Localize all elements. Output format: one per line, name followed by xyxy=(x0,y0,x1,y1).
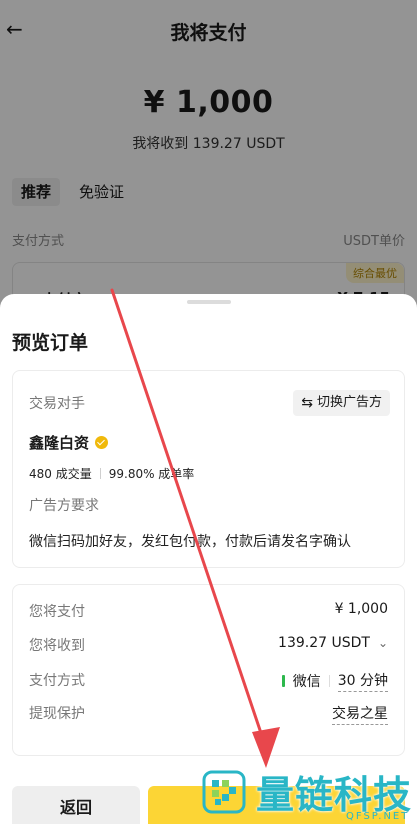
receive-value: 139.27 USDT xyxy=(278,635,370,651)
protection-value-wrap: 交易之星 xyxy=(332,703,388,725)
verified-badge-icon xyxy=(95,436,109,449)
method-value: 微信 xyxy=(292,674,321,690)
receive-label: 您将收到 xyxy=(29,638,85,654)
chevron-down-icon[interactable]: ⌄ xyxy=(378,636,388,650)
counterparty-card: 交易对手 ⇆ 切换广告方 鑫隆白资 480 成交量 99.80% 成单率 广告方… xyxy=(12,370,405,568)
method-value-wrap: 微信 30 分钟 xyxy=(281,670,388,692)
swap-icon: ⇆ xyxy=(301,395,313,411)
sheet-drag-handle[interactable] xyxy=(187,300,231,304)
requirement-text: 微信扫码加好友，发红包付款，付款后请发名字确认 xyxy=(29,534,351,550)
back-button[interactable]: 返回 xyxy=(12,786,140,824)
protection-label: 提现保护 xyxy=(29,706,85,722)
pay-value: ¥ 1,000 xyxy=(334,601,388,617)
receive-row[interactable]: 您将收到 139.27 USDT ⌄ xyxy=(29,633,388,655)
order-details-card: 您将支付 ¥ 1,000 您将收到 139.27 USDT ⌄ 支付方式 微信 … xyxy=(12,584,405,756)
merchant-name: 鑫隆白资 xyxy=(29,434,90,452)
watermark: 量链科技 QFSP.NET xyxy=(196,762,416,824)
merchant[interactable]: 鑫隆白资 xyxy=(29,432,109,453)
completion-rate: 99.80% 成单率 xyxy=(108,467,195,481)
watermark-logo-icon xyxy=(202,770,246,814)
sheet-title: 预览订单 xyxy=(12,332,89,354)
switch-advertiser-label: 切换广告方 xyxy=(316,395,382,410)
protection-row: 提现保护 交易之星 xyxy=(29,701,388,725)
method-row: 支付方式 微信 30 分钟 xyxy=(29,668,388,692)
switch-advertiser-button[interactable]: ⇆ 切换广告方 xyxy=(293,390,390,416)
divider xyxy=(99,468,101,479)
pay-label: 您将支付 xyxy=(29,604,85,620)
merchant-stats: 480 成交量 99.80% 成单率 xyxy=(29,465,194,482)
method-label: 支付方式 xyxy=(29,673,85,689)
watermark-url: QFSP.NET xyxy=(346,811,410,822)
pay-row: 您将支付 ¥ 1,000 xyxy=(29,599,388,621)
counterparty-label: 交易对手 xyxy=(29,396,85,412)
payment-time-limit[interactable]: 30 分钟 xyxy=(337,670,388,692)
wechat-indicator-icon xyxy=(281,675,285,687)
divider xyxy=(328,675,330,687)
receive-value-wrap: 139.27 USDT ⌄ xyxy=(278,635,388,651)
order-preview-sheet: 预览订单 交易对手 ⇆ 切换广告方 鑫隆白资 480 成交量 99.80% 成单… xyxy=(0,294,417,824)
protection-value[interactable]: 交易之星 xyxy=(332,703,388,725)
trade-count: 480 成交量 xyxy=(29,467,92,481)
requirement-label: 广告方要求 xyxy=(29,498,99,514)
